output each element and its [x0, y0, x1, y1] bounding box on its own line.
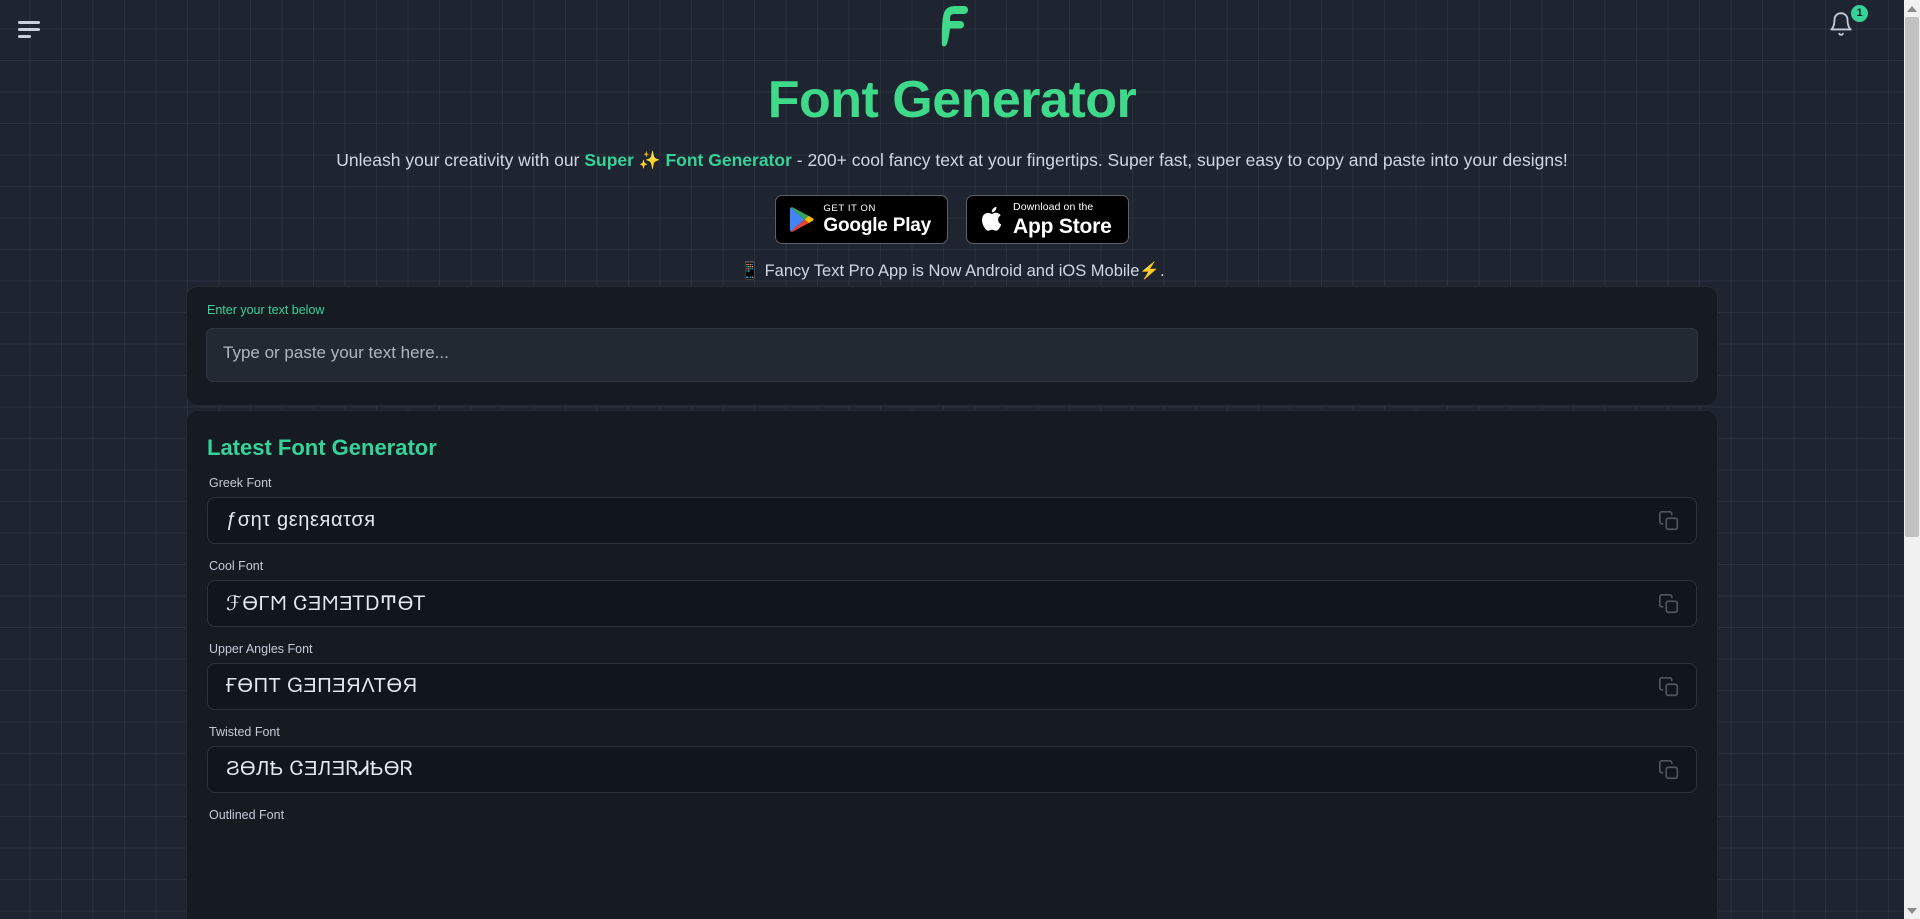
google-play-small-label: GET IT ON [823, 202, 876, 214]
font-output-box[interactable]: ƒσητ gεηεяατσя [207, 497, 1697, 544]
notification-bell-button[interactable]: 1 [1828, 5, 1868, 45]
section-title: Latest Font Generator [207, 435, 437, 460]
hamburger-line [18, 27, 40, 31]
list-item: Upper Angles Font ҒӨПТ ᏀƎΠƎЯΛΤӨЯ [187, 642, 1717, 710]
font-style-name: Outlined Font [209, 808, 285, 822]
google-play-badge[interactable]: GET IT ON Google Play [775, 194, 949, 244]
announcement-text: 📱 Fancy Text Pro App is Now Android and … [0, 262, 1904, 281]
text-input-area[interactable] [206, 328, 1698, 382]
page-scrollbar[interactable] [1904, 0, 1920, 919]
font-output-value: ℱӨΓϺ ᏣƎϺƎᎢᎠͲӨᎢ [226, 593, 427, 615]
announcement-label: Fancy Text Pro App is Now Android and iO… [764, 261, 1140, 280]
hamburger-line [18, 34, 31, 38]
list-item: Twisted Font ϨӨЛҌ ᏣƎЛƎᏒᏗҌӨᏒ [187, 725, 1717, 793]
list-item: Cool Font ℱӨΓϺ ᏣƎϺƎᎢᎠͲӨᎢ [187, 559, 1717, 627]
phone-icon: 📱 [739, 261, 760, 280]
page-title: Font Generator [767, 71, 1137, 129]
subtitle-accent-font-generator: Font Generator [665, 150, 792, 170]
input-label: Enter your text below [207, 303, 325, 317]
app-store-label: App Store [1013, 214, 1112, 238]
top-bar: 1 [0, 0, 1904, 62]
site-logo[interactable] [932, 3, 972, 47]
scroll-up-arrow[interactable] [1904, 0, 1920, 17]
copy-icon[interactable] [1658, 510, 1680, 532]
hero-section: Font Generator Unleash your creativity w… [0, 62, 1904, 281]
font-output-value: ƒσητ gεηεяατσя [226, 509, 376, 531]
font-output-value: ϨӨЛҌ ᏣƎЛƎᏒᏗҌӨᏒ [226, 758, 414, 780]
logo-f-icon [941, 6, 968, 47]
font-style-name: Greek Font [209, 476, 272, 490]
results-card: Latest Font Generator Greek Font ƒσητ gε… [186, 410, 1718, 919]
scroll-down-arrow[interactable] [1904, 902, 1920, 919]
font-style-name: Upper Angles Font [209, 642, 313, 656]
subtitle-lead: Unleash your creativity with our [336, 150, 585, 170]
list-item: Greek Font ƒσητ gεηεяατσя [187, 476, 1717, 544]
scrollbar-thumb[interactable] [1905, 17, 1919, 537]
app-store-small-label: Download on the [1013, 201, 1094, 213]
font-output-box[interactable]: ℱӨΓϺ ᏣƎϺƎᎢᎠͲӨᎢ [207, 580, 1697, 627]
hamburger-line [18, 20, 40, 24]
copy-icon[interactable] [1658, 676, 1680, 698]
notification-count-badge: 1 [1851, 5, 1868, 22]
font-style-name: Cool Font [209, 559, 264, 573]
hamburger-menu-icon[interactable] [18, 20, 44, 38]
announcement-period: . [1159, 261, 1165, 280]
font-style-name: Twisted Font [209, 725, 280, 739]
list-item: Outlined Font [187, 808, 1717, 822]
bell-icon [1830, 12, 1852, 36]
hero-subtitle: Unleash your creativity with our Super ✨… [0, 149, 1904, 172]
font-output-box[interactable]: ҒӨПТ ᏀƎΠƎЯΛΤӨЯ [207, 663, 1697, 710]
font-output-value: ҒӨПТ ᏀƎΠƎЯΛΤӨЯ [226, 675, 418, 697]
store-badges: GET IT ON Google Play Download on the Ap… [0, 194, 1904, 244]
text-input-card: Enter your text below [186, 286, 1718, 406]
copy-icon[interactable] [1658, 759, 1680, 781]
subtitle-accent-super: Super [584, 150, 634, 170]
copy-icon[interactable] [1658, 593, 1680, 615]
apple-logo-icon [982, 207, 1002, 231]
google-play-icon [790, 206, 814, 232]
app-store-badge[interactable]: Download on the App Store [966, 194, 1129, 244]
google-play-label: Google Play [823, 215, 932, 236]
font-output-box[interactable]: ϨӨЛҌ ᏣƎЛƎᏒᏗҌӨᏒ [207, 746, 1697, 793]
bolt-icon: ⚡ [1139, 261, 1160, 280]
subtitle-tail: - 200+ cool fancy text at your fingertip… [791, 150, 1568, 170]
sparkle-icon: ✨ [638, 150, 661, 170]
